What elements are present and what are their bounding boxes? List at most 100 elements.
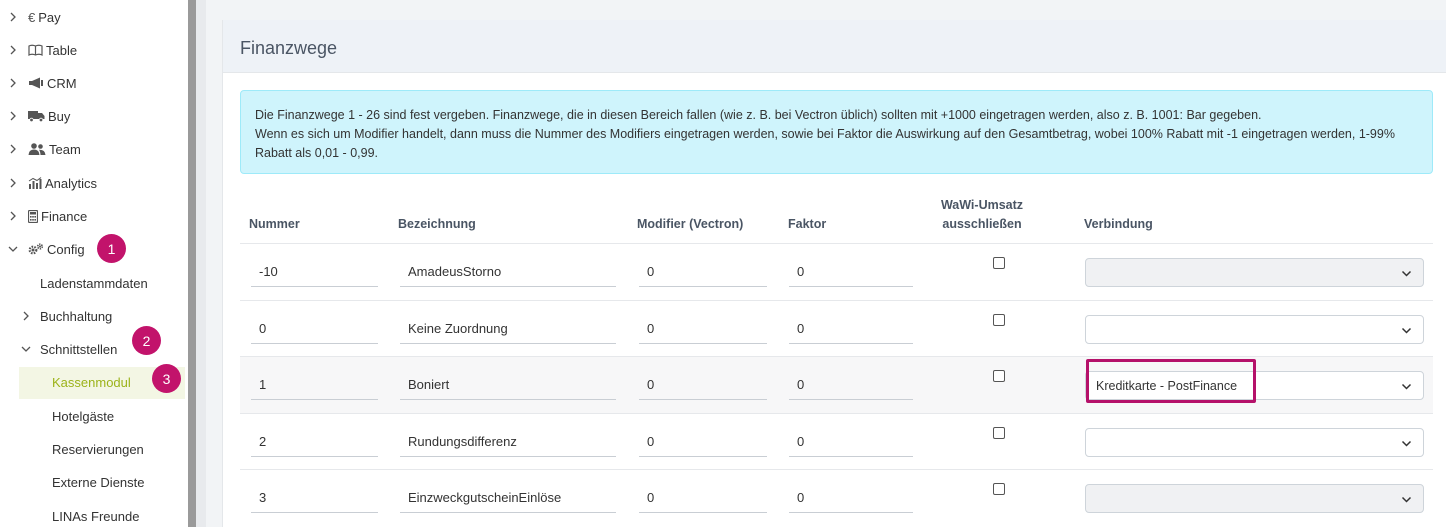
sidebar-item-finance[interactable]: Finance bbox=[8, 204, 87, 228]
wawi-exclude-checkbox[interactable] bbox=[993, 427, 1005, 439]
step-badge: 2 bbox=[132, 326, 161, 355]
table-row bbox=[240, 244, 1433, 300]
column-header-wawi-line1: WaWi-Umsatz bbox=[940, 198, 1024, 212]
sidebar-item-hotelgaeste[interactable]: Hotelgäste bbox=[52, 404, 114, 428]
table-row: Kreditkarte - PostFinance bbox=[240, 357, 1433, 413]
faktor-input[interactable] bbox=[789, 483, 913, 513]
truck-icon bbox=[28, 110, 45, 122]
calculator-icon bbox=[28, 209, 38, 223]
faktor-input[interactable] bbox=[789, 370, 913, 400]
sidebar-item-reservierungen[interactable]: Reservierungen bbox=[52, 437, 144, 461]
page-title: Finanzwege bbox=[240, 38, 338, 58]
sidebar-item-crm[interactable]: CRM bbox=[8, 71, 77, 95]
nummer-input[interactable] bbox=[251, 483, 378, 513]
modifier-input[interactable] bbox=[639, 427, 767, 457]
wawi-exclude-checkbox[interactable] bbox=[993, 483, 1005, 495]
verbindung-select[interactable]: Kreditkarte - PostFinance bbox=[1085, 371, 1424, 400]
sidebar-item-label: Analytics bbox=[45, 175, 98, 191]
euro-icon: € bbox=[28, 9, 36, 25]
sidebar-item-label: Pay bbox=[38, 9, 61, 25]
nummer-input[interactable] bbox=[251, 427, 378, 457]
nummer-input[interactable] bbox=[251, 370, 378, 400]
sidebar: € Pay Table CRM Buy Team Analytics Finan… bbox=[0, 0, 188, 527]
chevron-right-icon bbox=[8, 144, 18, 154]
sidebar-item-table[interactable]: Table bbox=[8, 38, 77, 62]
gears-icon bbox=[28, 243, 44, 255]
sidebar-item-label: Table bbox=[46, 42, 78, 58]
chevron-right-icon bbox=[8, 45, 18, 55]
sidebar-item-label: Buy bbox=[48, 108, 71, 124]
sidebar-item-externe-dienste[interactable]: Externe Dienste bbox=[52, 470, 145, 494]
table-row bbox=[240, 301, 1433, 357]
modifier-input[interactable] bbox=[639, 370, 767, 400]
sidebar-item-label: Reservierungen bbox=[52, 441, 144, 457]
sidebar-item-label: LINAs Freunde bbox=[52, 508, 140, 524]
modifier-input[interactable] bbox=[639, 314, 767, 344]
sidebar-item-schnittstellen[interactable]: Schnittstellen bbox=[21, 337, 117, 361]
alert-text-line1: Die Finanzwege 1 - 26 sind fest vergeben… bbox=[255, 108, 1262, 122]
card-header: Finanzwege bbox=[223, 20, 1446, 73]
column-header-nummer: Nummer bbox=[249, 217, 300, 231]
verbindung-select[interactable] bbox=[1085, 258, 1424, 287]
column-header-faktor: Faktor bbox=[788, 217, 827, 231]
wawi-exclude-checkbox[interactable] bbox=[993, 257, 1005, 269]
nummer-input[interactable] bbox=[251, 314, 378, 344]
modifier-input[interactable] bbox=[639, 483, 767, 513]
nummer-input[interactable] bbox=[251, 257, 378, 287]
sidebar-scrollbar[interactable] bbox=[188, 0, 196, 527]
sidebar-item-label: Config bbox=[47, 241, 85, 257]
bezeichnung-input[interactable] bbox=[400, 257, 616, 287]
chevron-down-icon bbox=[1401, 270, 1412, 277]
faktor-input[interactable] bbox=[789, 427, 913, 457]
megaphone-icon bbox=[28, 77, 44, 89]
wawi-exclude-checkbox[interactable] bbox=[993, 314, 1005, 326]
finanzwege-card: Finanzwege Die Finanzwege 1 - 26 sind fe… bbox=[222, 20, 1446, 527]
sidebar-item-label: CRM bbox=[47, 75, 77, 91]
sidebar-item-label: Schnittstellen bbox=[40, 341, 118, 357]
sidebar-item-label: Team bbox=[49, 141, 81, 157]
sidebar-item-team[interactable]: Team bbox=[8, 137, 81, 161]
sidebar-item-label: Buchhaltung bbox=[40, 308, 113, 324]
modifier-input[interactable] bbox=[639, 257, 767, 287]
chevron-right-icon bbox=[8, 178, 18, 188]
step-badge: 3 bbox=[152, 364, 181, 393]
sidebar-item-buy[interactable]: Buy bbox=[8, 104, 70, 128]
step-badge: 1 bbox=[97, 234, 126, 263]
bezeichnung-input[interactable] bbox=[400, 427, 616, 457]
sidebar-item-analytics[interactable]: Analytics bbox=[8, 171, 97, 195]
column-header-bezeichnung: Bezeichnung bbox=[398, 217, 476, 231]
sidebar-item-label: Finance bbox=[41, 208, 88, 224]
faktor-input[interactable] bbox=[789, 314, 913, 344]
sidebar-item-linas-freunde[interactable]: LINAs Freunde bbox=[52, 504, 139, 527]
sidebar-item-config[interactable]: Config bbox=[8, 237, 85, 261]
chevron-down-icon bbox=[1401, 496, 1412, 503]
chart-icon bbox=[28, 177, 42, 189]
sidebar-item-label: Kassenmodul bbox=[52, 375, 131, 390]
sidebar-item-ladenstammdaten[interactable]: Ladenstammdaten bbox=[40, 271, 148, 295]
chevron-right-icon bbox=[8, 211, 18, 221]
book-open-icon bbox=[28, 44, 43, 56]
sidebar-item-pay[interactable]: € Pay bbox=[8, 5, 61, 29]
table-row bbox=[240, 414, 1433, 470]
bezeichnung-input[interactable] bbox=[400, 314, 616, 344]
bezeichnung-input[interactable] bbox=[400, 370, 616, 400]
chevron-down-icon bbox=[21, 344, 31, 354]
chevron-down-icon bbox=[1401, 383, 1412, 390]
chevron-down-icon bbox=[8, 244, 18, 254]
alert-text-line2: Wenn es sich um Modifier handelt, dann m… bbox=[255, 127, 1395, 160]
verbindung-select[interactable] bbox=[1085, 428, 1424, 457]
faktor-input[interactable] bbox=[789, 257, 913, 287]
verbindung-select[interactable] bbox=[1085, 315, 1424, 344]
sidebar-item-buchhaltung[interactable]: Buchhaltung bbox=[21, 304, 112, 328]
wawi-exclude-checkbox[interactable] bbox=[993, 370, 1005, 382]
bezeichnung-input[interactable] bbox=[400, 483, 616, 513]
chevron-right-icon bbox=[8, 12, 18, 22]
users-icon bbox=[28, 143, 46, 155]
sidebar-item-label: Ladenstammdaten bbox=[40, 275, 148, 291]
chevron-right-icon bbox=[8, 78, 18, 88]
panel-divider bbox=[196, 0, 206, 527]
sidebar-item-label: Hotelgäste bbox=[52, 408, 115, 424]
chevron-down-icon bbox=[1401, 327, 1412, 334]
verbindung-select[interactable] bbox=[1085, 484, 1424, 513]
sidebar-item-label: Externe Dienste bbox=[52, 474, 145, 490]
